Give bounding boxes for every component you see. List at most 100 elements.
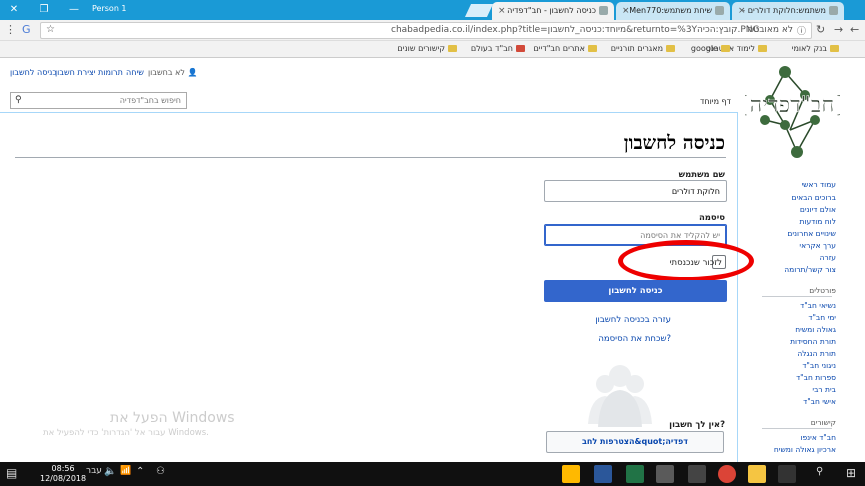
chabadpedia-logo[interactable]: {חב"דפדיה}: [745, 60, 840, 165]
sidebar-portal[interactable]: נשיאי חב"ד: [800, 301, 836, 310]
personal-contributions-link[interactable]: תרומות: [98, 68, 123, 77]
bookmark-label: מאגרים תורניים: [610, 44, 663, 53]
sidebar-portal[interactable]: אישי חב"ד: [803, 397, 836, 406]
minimize-window-button[interactable]: —: [60, 0, 88, 20]
tab-label: כניסה לחשבון - חב"דפדיה: [507, 6, 596, 15]
folder-icon: [448, 45, 457, 52]
network-icon[interactable]: 📶: [120, 466, 131, 476]
bookmark-star-icon[interactable]: ☆: [46, 24, 55, 35]
people-icon[interactable]: ⚇: [156, 466, 165, 477]
folder-icon: [588, 45, 597, 52]
menu-icon[interactable]: ⋮: [5, 23, 16, 36]
sidebar-portal[interactable]: תורת החסידות: [790, 337, 836, 346]
tab-close-icon[interactable]: ×: [498, 2, 506, 20]
new-tab-button[interactable]: [464, 4, 494, 17]
address-bar[interactable]: ☆ chabadpedia.co.il/index.php?title=מיוח…: [40, 22, 812, 39]
folder-icon: [666, 45, 675, 52]
tab-close-icon[interactable]: ×: [738, 2, 746, 20]
folder-icon: [758, 45, 767, 52]
clock[interactable]: 08:56 12/08/2018: [40, 464, 86, 484]
security-label[interactable]: לא מאובטח: [748, 25, 794, 35]
chevron-up-icon[interactable]: ⌃: [136, 466, 144, 477]
sidebar-item-random[interactable]: ערך אקראי: [799, 241, 836, 250]
windows-taskbar: ▤ 08:56 12/08/2018 עבר 🔈 📶 ⌃ ⚇ ⚲ ⊞: [0, 462, 865, 486]
search-input[interactable]: [25, 93, 185, 108]
search-box: ⚲: [10, 92, 187, 109]
back-icon[interactable]: ←: [850, 23, 859, 36]
tab-close-icon[interactable]: ×: [622, 2, 630, 20]
bookmark-label: אתרים חב"דיים: [533, 44, 585, 53]
input-language[interactable]: עבר: [86, 466, 102, 476]
activation-watermark-text: עבור אל 'הגדרות' כדי להפעיל את Windows.: [43, 428, 209, 438]
word-icon[interactable]: [594, 465, 612, 483]
bookmark-torah[interactable]: מאגרים תורניים: [611, 44, 675, 53]
volume-icon[interactable]: 🔈: [104, 466, 116, 477]
bookmark-google[interactable]: google: [691, 44, 730, 53]
sidebar-item-contact[interactable]: צור קשר/תרומה: [784, 265, 836, 274]
sidebar-portal[interactable]: ימי חב"ד: [808, 313, 836, 322]
chrome-icon[interactable]: [718, 465, 736, 483]
login-button[interactable]: כניסה לחשבון: [544, 280, 727, 302]
personal-talk-link[interactable]: שיחה: [126, 68, 144, 77]
user-icon: 👤: [187, 68, 198, 77]
sidebar-link[interactable]: חב"ד אינפו: [800, 433, 836, 442]
bookmark-leumi[interactable]: בנק לאומי: [792, 44, 839, 53]
username-label: שם משתמש: [678, 170, 725, 180]
favicon-icon: [829, 6, 838, 15]
clock-time: 08:56: [51, 464, 75, 473]
profile-name[interactable]: Person 1: [92, 4, 127, 13]
search-icon[interactable]: ⚲: [15, 95, 22, 105]
sidebar-item-help[interactable]: עזרה: [820, 253, 836, 262]
start-icon[interactable]: ⊞: [846, 466, 856, 480]
tab-login[interactable]: × כניסה לחשבון - חב"דפדיה: [492, 2, 614, 20]
sidebar-portal[interactable]: גאולה ומשיח: [795, 325, 836, 334]
forward-icon[interactable]: →: [834, 23, 843, 36]
tab-user-talk[interactable]: × שיחת משתמש:Men770 -: [616, 2, 730, 20]
login-help-link[interactable]: עזרה בכניסה לחשבון: [595, 315, 671, 325]
sidebar-item-welcome[interactable]: ברוכים הבאים: [791, 193, 836, 202]
bookmark-chabad-sites[interactable]: אתרים חב"דיים: [533, 44, 597, 53]
bookmark-label: google: [690, 44, 718, 53]
sidebar-divider: [762, 428, 832, 429]
password-label: סיסמה: [698, 213, 725, 223]
favicon-icon: [599, 6, 608, 15]
personal-login-link[interactable]: כניסה לחשבון: [10, 68, 57, 77]
sidebar-item-main[interactable]: עמוד ראשי: [801, 180, 836, 189]
tab-special-page[interactable]: דף מיוחד: [700, 97, 731, 106]
browser-toolbar: ⋮ G ☆ chabadpedia.co.il/index.php?title=…: [0, 20, 865, 41]
bookmark-misc[interactable]: קישורים שונים: [397, 44, 457, 53]
restore-window-button[interactable]: ❐: [30, 0, 58, 20]
close-window-button[interactable]: ✕: [0, 0, 28, 20]
users-silhouette-icon: [588, 365, 652, 427]
file-explorer-icon[interactable]: [748, 465, 766, 483]
sidebar-portal[interactable]: בית רבי: [812, 385, 836, 394]
join-button[interactable]: הצטרפות לחב&quot;דפדיה: [546, 431, 724, 453]
sidebar-portal[interactable]: ספרות חב"ד: [796, 373, 836, 382]
forgot-password-link[interactable]: שכחת את הסיסמה?: [598, 334, 671, 344]
sidebar-portals-heading: פורטלים: [809, 286, 836, 295]
sidebar-item-notices[interactable]: לוח מודעות: [800, 217, 837, 226]
app-icon[interactable]: [656, 465, 674, 483]
url-text: chabadpedia.co.il/index.php?title=מיוחד:…: [391, 25, 760, 35]
info-icon[interactable]: ⓘ: [797, 24, 806, 37]
search-icon[interactable]: ⚲: [816, 466, 823, 477]
username-field[interactable]: [544, 180, 727, 202]
title-divider: [15, 157, 726, 158]
sidebar-portal[interactable]: ניגוני חב"ד: [802, 361, 836, 370]
bookmark-label: בנק לאומי: [791, 44, 827, 53]
personal-create-account-link[interactable]: יצירת חשבון: [55, 68, 96, 77]
bookmark-chabad-world[interactable]: חב"ד בעולם: [471, 44, 525, 53]
reload-icon[interactable]: ↻: [816, 23, 825, 36]
excel-icon[interactable]: [626, 465, 644, 483]
sidebar-item-recent-changes[interactable]: שינויים אחרונים: [787, 229, 836, 238]
task-view-icon[interactable]: [778, 465, 796, 483]
sidebar-link[interactable]: ארכיון גאולה ומשיח: [774, 445, 836, 454]
tab-user-page[interactable]: × משתמש:חלוקת דולרים -: [732, 2, 844, 20]
sidebar-portal[interactable]: תורת הנגלה: [797, 349, 836, 358]
bookmark-label: חב"ד בעולם: [470, 44, 513, 53]
sidebar-item-discussions[interactable]: אולם דיונים: [800, 205, 836, 214]
app-icon[interactable]: [688, 465, 706, 483]
translate-icon[interactable]: G: [22, 23, 31, 36]
notifications-icon[interactable]: ▤: [6, 466, 17, 480]
media-app-icon[interactable]: [562, 465, 580, 483]
